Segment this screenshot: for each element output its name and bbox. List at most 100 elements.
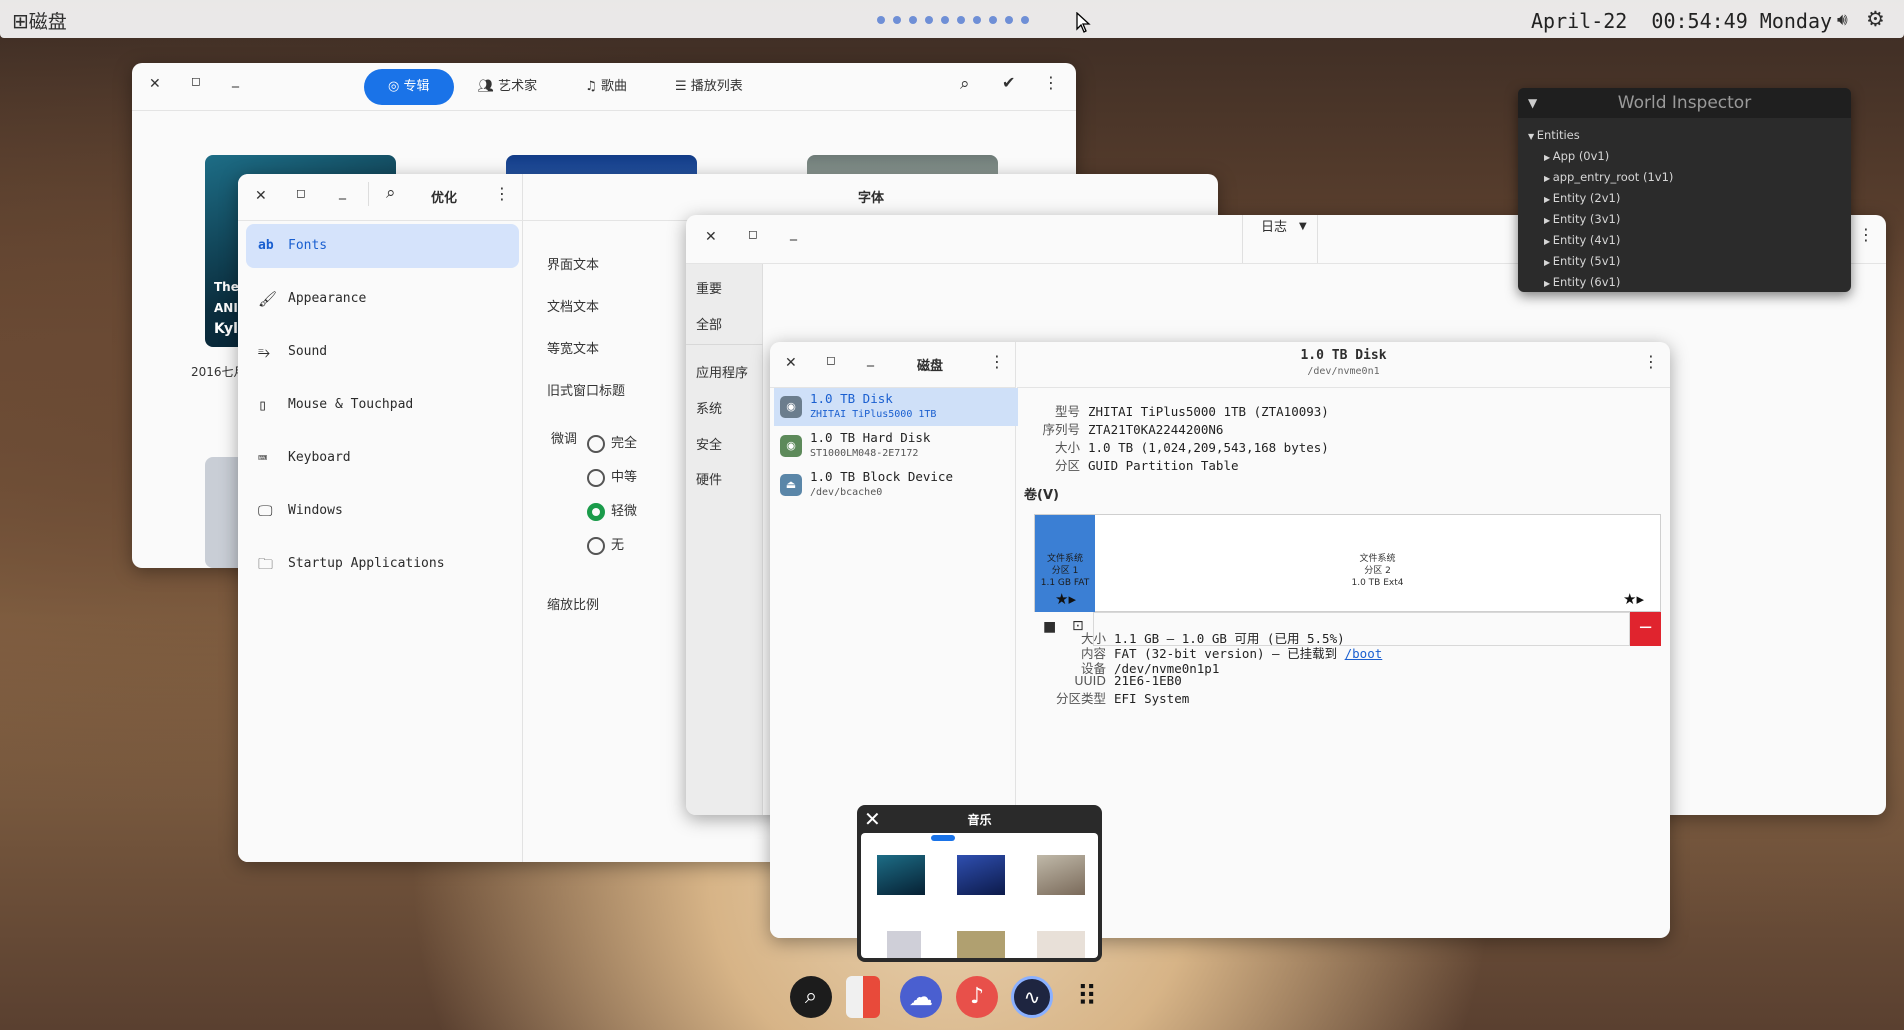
activities-button[interactable]: ⊞磁盘 bbox=[12, 7, 67, 34]
close-icon[interactable]: ✕ bbox=[705, 230, 717, 244]
info-key: 型号 bbox=[1054, 404, 1080, 419]
search-app-icon[interactable]: ⌕ bbox=[790, 976, 832, 1018]
workspace-dot[interactable] bbox=[909, 16, 917, 24]
scrollbar[interactable] bbox=[1841, 118, 1847, 288]
album-cover-text: The ANI Kyl bbox=[214, 277, 239, 340]
divider bbox=[132, 110, 1076, 111]
category-applications[interactable]: 应用程序 bbox=[696, 362, 748, 381]
select-check-icon[interactable]: ✔ bbox=[1002, 75, 1015, 91]
mount-point-link[interactable]: /boot bbox=[1345, 646, 1383, 661]
hinting-medium-radio[interactable]: 中等 bbox=[587, 466, 637, 487]
close-icon[interactable]: ✕ bbox=[149, 77, 161, 91]
tree-node[interactable]: ▶ App (0v1) bbox=[1544, 149, 1609, 163]
maximize-icon[interactable]: ◻ bbox=[296, 187, 306, 199]
tree-node-entities[interactable]: ▼ Entities bbox=[1528, 128, 1580, 142]
maximize-icon[interactable]: ◻ bbox=[826, 354, 836, 366]
collapse-triangle-icon[interactable]: ▼ bbox=[1528, 88, 1537, 118]
category-hardware[interactable]: 硬件 bbox=[696, 469, 722, 488]
workspace-indicator[interactable] bbox=[877, 16, 1029, 24]
app-grid-icon[interactable]: ⠿ bbox=[1066, 976, 1108, 1018]
close-icon[interactable]: ✕ bbox=[785, 356, 797, 370]
workspace-dot[interactable] bbox=[1005, 16, 1013, 24]
device-item[interactable]: ◉ 1.0 TB Disk ZHITAI TiPlus5000 1TB bbox=[774, 388, 1018, 426]
sidebar-item-mouse[interactable]: ▯ Mouse & Touchpad bbox=[246, 383, 519, 427]
tab-albums[interactable]: ◎ 专辑 bbox=[364, 69, 454, 105]
mouse-cursor-icon bbox=[1076, 12, 1091, 33]
category-system[interactable]: 系统 bbox=[696, 398, 722, 417]
search-icon[interactable]: ⌕ bbox=[386, 185, 396, 202]
category-all[interactable]: 全部 bbox=[696, 314, 722, 333]
device-model: ZHITAI TiPlus5000 1TB bbox=[810, 409, 937, 420]
maximize-icon[interactable]: ◻ bbox=[748, 228, 758, 240]
music-window-preview[interactable]: ✕ 音乐 bbox=[857, 805, 1102, 962]
workspace-dot[interactable] bbox=[1021, 16, 1029, 24]
sidebar-item-fonts[interactable]: ab Fonts bbox=[246, 224, 519, 268]
minimize-icon[interactable]: _ bbox=[867, 352, 874, 366]
panel-title: 字体 bbox=[858, 191, 885, 206]
disk-subtitle: /dev/nvme0n1 bbox=[1307, 366, 1380, 377]
tree-node[interactable]: ▶ Entity (6v1) bbox=[1544, 275, 1620, 289]
hard-disk-icon: ◉ bbox=[780, 435, 802, 457]
search-icon[interactable]: ⌕ bbox=[960, 76, 970, 93]
hinting-none-radio[interactable]: 无 bbox=[587, 534, 624, 555]
weather-cloud-icon[interactable]: ☁ bbox=[900, 976, 942, 1018]
menu-kebab-icon[interactable]: ⋮ bbox=[1043, 75, 1059, 91]
minimize-icon[interactable]: _ bbox=[790, 226, 797, 240]
menu-kebab-icon[interactable]: ⋮ bbox=[1643, 354, 1659, 370]
workspace-dot[interactable] bbox=[877, 16, 885, 24]
partition-1[interactable]: 文件系统 分区 1 1.1 GB FAT ★▸ bbox=[1035, 515, 1095, 612]
tree-node[interactable]: ▶ Entity (2v1) bbox=[1544, 191, 1620, 205]
radio-dot bbox=[587, 434, 605, 453]
sidebar-item-keyboard[interactable]: ⌨ Keyboard bbox=[246, 436, 519, 480]
menu-kebab-icon[interactable]: ⋮ bbox=[494, 186, 510, 202]
partition-line: 文件系统 bbox=[1046, 554, 1083, 564]
preview-cover bbox=[887, 931, 921, 958]
workspace-dot[interactable] bbox=[925, 16, 933, 24]
device-item[interactable]: ◉ 1.0 TB Hard Disk ST1000LM048-2E7172 bbox=[774, 427, 1018, 465]
music-app-icon[interactable]: ♪ bbox=[956, 976, 998, 1018]
tree-node[interactable]: ▶ Entity (3v1) bbox=[1544, 212, 1620, 226]
partition-2[interactable]: 文件系统 分区 2 1.0 TB Ext4 ★▸ bbox=[1095, 515, 1660, 612]
hinting-slight-radio[interactable]: 轻微 bbox=[587, 500, 637, 521]
system-monitor-icon[interactable]: ∿ bbox=[1011, 976, 1053, 1018]
tweaks-app-icon[interactable] bbox=[846, 976, 880, 1018]
tree-node[interactable]: ▶ Entity (4v1) bbox=[1544, 233, 1620, 247]
tree-label: app_entry_root (1v1) bbox=[1552, 170, 1674, 184]
category-security[interactable]: 安全 bbox=[696, 434, 722, 453]
sidebar-item-sound[interactable]: ⥱ Sound bbox=[246, 330, 519, 374]
close-icon[interactable]: ✕ bbox=[255, 189, 267, 203]
sidebar-item-startup[interactable]: 🗀 Startup Applications bbox=[246, 542, 519, 586]
info-key: 大小 bbox=[1054, 440, 1080, 455]
menu-kebab-icon[interactable]: ⋮ bbox=[989, 354, 1005, 370]
info-key: 分区 bbox=[1054, 458, 1080, 473]
settings-gear-icon[interactable]: ⚙ bbox=[1866, 7, 1885, 31]
log-dropdown[interactable]: 日志 ▼ bbox=[1243, 215, 1317, 263]
remove-partition-button[interactable]: − bbox=[1630, 612, 1661, 646]
tab-playlists[interactable]: ☰ 播放列表 bbox=[651, 69, 767, 105]
collapsed-triangle-icon: ▶ bbox=[1544, 195, 1553, 204]
volume-icon[interactable]: 🔊︎ bbox=[1837, 10, 1848, 30]
category-important[interactable]: 重要 bbox=[696, 278, 722, 297]
preview-image bbox=[861, 833, 1098, 958]
workspace-dot[interactable] bbox=[893, 16, 901, 24]
mounted-star-play-icon: ★▸ bbox=[1055, 590, 1076, 608]
collapsed-triangle-icon: ▶ bbox=[1544, 237, 1553, 246]
workspace-dot[interactable] bbox=[957, 16, 965, 24]
sidebar-item-windows[interactable]: 🖵︎ Windows bbox=[246, 489, 519, 533]
tab-songs[interactable]: ♫ 歌曲 bbox=[561, 69, 651, 105]
minimize-icon[interactable]: _ bbox=[232, 73, 239, 87]
workspace-dot[interactable] bbox=[989, 16, 997, 24]
maximize-icon[interactable]: ◻ bbox=[191, 75, 201, 87]
device-item[interactable]: ⏏ 1.0 TB Block Device /dev/bcache0 bbox=[774, 466, 1018, 504]
minimize-icon[interactable]: _ bbox=[339, 185, 346, 199]
tree-node[interactable]: ▶ app_entry_root (1v1) bbox=[1544, 170, 1673, 184]
inspector-header[interactable]: ▼ World Inspector bbox=[1518, 88, 1851, 118]
workspace-dot[interactable] bbox=[973, 16, 981, 24]
tree-node[interactable]: ▶ Entity (5v1) bbox=[1544, 254, 1620, 268]
sidebar-item-appearance[interactable]: 🖌︎ Appearance bbox=[246, 277, 519, 321]
workspace-dot[interactable] bbox=[941, 16, 949, 24]
clock[interactable]: April-22 00:54:49 Monday bbox=[1531, 9, 1832, 33]
hinting-full-radio[interactable]: 完全 bbox=[587, 432, 637, 453]
tab-artists[interactable]: 👥︎ 艺术家 bbox=[454, 69, 562, 105]
menu-kebab-icon[interactable]: ⋮ bbox=[1858, 227, 1874, 243]
